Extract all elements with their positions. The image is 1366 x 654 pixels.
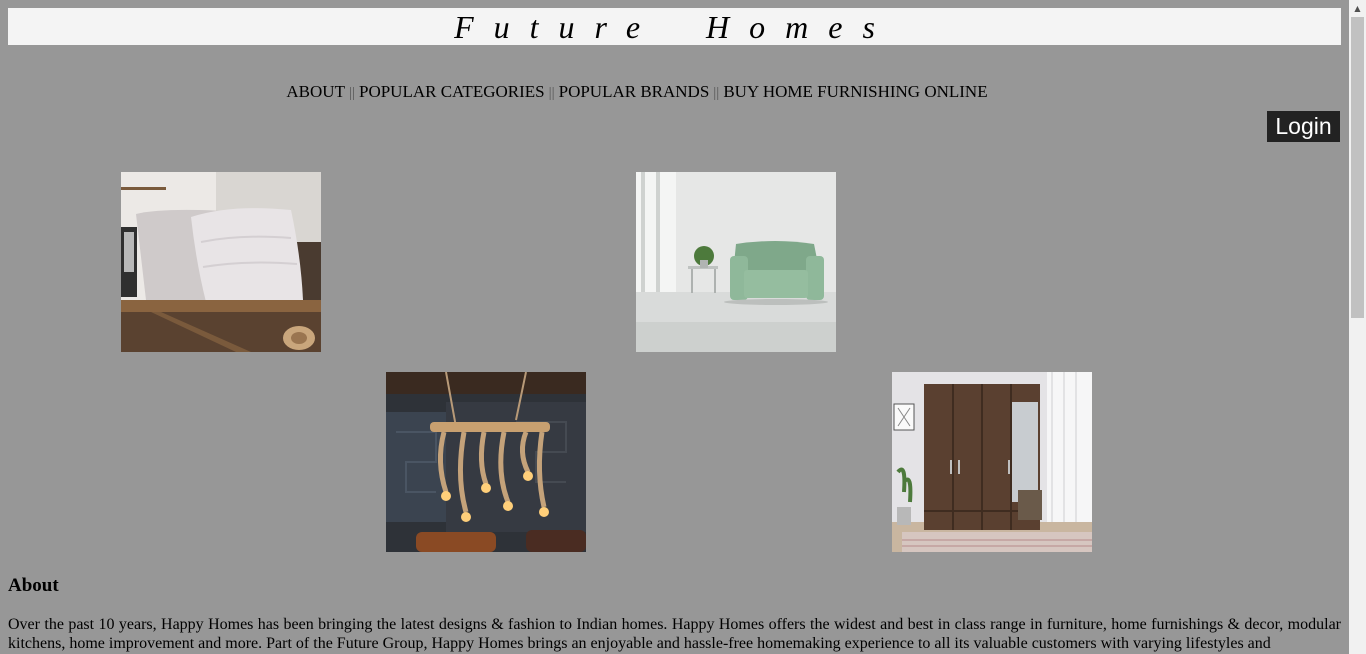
about-paragraph: Over the past 10 years, Happy Homes has … <box>8 616 1341 652</box>
nav-link-popular-brands[interactable]: POPULAR BRANDS <box>559 82 710 101</box>
scrollbar-thumb[interactable] <box>1351 17 1364 318</box>
about-heading: About <box>8 575 59 596</box>
nav-link-buy-home-furnishing[interactable]: BUY HOME FURNISHING ONLINE <box>723 82 987 101</box>
wardrobe-image <box>892 372 1092 552</box>
nav-link-popular-categories[interactable]: POPULAR CATEGORIES <box>359 82 545 101</box>
nav-separator: || <box>713 85 720 101</box>
armchair-image <box>636 172 836 352</box>
cushions-image <box>121 172 321 352</box>
scroll-up-arrow-icon[interactable]: ▲ <box>1349 0 1366 17</box>
site-title: Future Homes <box>8 8 1341 45</box>
login-button[interactable]: Login <box>1267 111 1340 142</box>
page: Future Homes ABOUT || POPULAR CATEGORIES ||… <box>0 0 1349 654</box>
main-nav: ABOUT || POPULAR CATEGORIES || POPULAR BRAND… <box>0 82 1274 103</box>
nav-separator: || <box>348 85 355 101</box>
nav-separator: || <box>548 85 555 101</box>
nav-link-about[interactable]: ABOUT <box>286 82 345 101</box>
vertical-scrollbar[interactable]: ▲ <box>1349 0 1366 654</box>
chandelier-image <box>386 372 586 552</box>
